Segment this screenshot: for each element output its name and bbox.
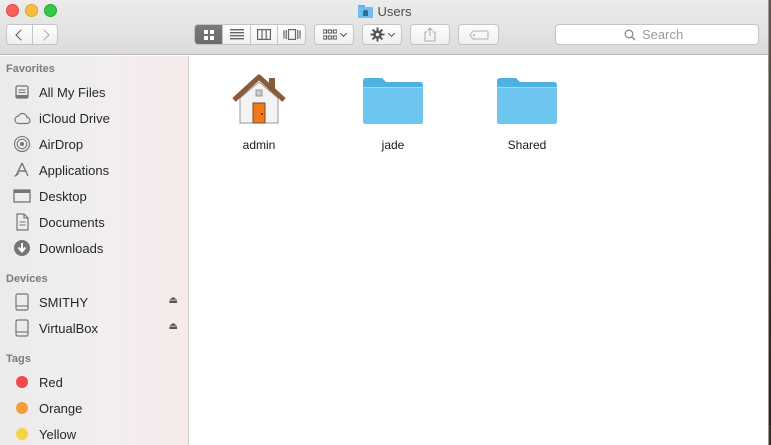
share-button[interactable]: [410, 24, 450, 45]
disk-icon: [12, 293, 32, 311]
list-view-button[interactable]: [222, 25, 250, 44]
sidebar-item-label: Yellow: [39, 426, 77, 442]
orange-tag-dot-icon: [16, 402, 28, 414]
chevron-right-icon: [37, 28, 50, 41]
sidebar: Favorites All My Files iCloud Drive AirD…: [0, 56, 189, 445]
sidebar-item-icloud-drive[interactable]: iCloud Drive: [12, 107, 182, 129]
red-tag-dot-icon: [16, 376, 28, 388]
arrange-grid-icon: [322, 29, 337, 39]
file-item-shared[interactable]: Shared: [472, 68, 582, 168]
search-icon: [624, 29, 636, 40]
sidebar-item-label: iCloud Drive: [39, 110, 110, 126]
navigation-buttons: [6, 24, 58, 45]
all-files-icon: [12, 83, 32, 101]
arrange-button[interactable]: [314, 24, 354, 45]
search-input[interactable]: [642, 27, 690, 42]
sidebar-item-label: Downloads: [39, 240, 104, 256]
back-button[interactable]: [7, 25, 32, 44]
list-view-icon: [229, 29, 244, 40]
folder-icon: [361, 68, 425, 132]
sidebar-item-label: Orange: [39, 400, 83, 416]
sidebar-item-label: Desktop: [39, 188, 87, 204]
view-mode-selector: [194, 24, 306, 45]
applications-icon: [12, 161, 32, 179]
sidebar-item-tag-yellow[interactable]: Yellow: [12, 423, 182, 445]
sidebar-item-label: Documents: [39, 214, 105, 230]
sidebar-item-downloads[interactable]: Downloads: [12, 237, 182, 259]
sidebar-item-applications[interactable]: Applications: [12, 159, 182, 181]
gear-icon: [370, 27, 385, 42]
home-folder-icon: [227, 68, 291, 132]
sidebar-header-favorites: Favorites: [6, 63, 55, 75]
eject-icon[interactable]: ⏏: [169, 321, 178, 332]
sidebar-item-documents[interactable]: Documents: [12, 211, 182, 233]
desktop-icon: [12, 187, 32, 205]
sidebar-item-label: All My Files: [39, 84, 106, 100]
sidebar-item-tag-orange[interactable]: Orange: [12, 397, 182, 419]
users-folder-icon: [357, 4, 373, 18]
window-title: Users: [377, 3, 412, 19]
yellow-tag-dot-icon: [16, 428, 28, 440]
column-view-button[interactable]: [249, 25, 278, 44]
tag-button[interactable]: [458, 24, 499, 45]
sidebar-item-label: Applications: [39, 162, 110, 178]
cover-flow-view-button[interactable]: [277, 25, 305, 44]
sidebar-item-all-my-files[interactable]: All My Files: [12, 81, 182, 103]
sidebar-item-label: AirDrop: [39, 136, 84, 152]
file-item-admin[interactable]: admin: [204, 68, 314, 168]
airdrop-icon: [12, 135, 32, 153]
sidebar-item-virtualbox[interactable]: VirtualBox ⏏: [12, 317, 182, 339]
file-browser-content: admin jade Shared: [190, 56, 768, 425]
sidebar-header-devices: Devices: [6, 273, 48, 285]
finder-window: Users Search Favorites All My Files iClo…: [0, 0, 769, 445]
documents-icon: [12, 213, 32, 231]
column-view-icon: [257, 29, 272, 40]
downloads-icon: [12, 239, 32, 257]
disk-icon: [12, 319, 32, 337]
file-item-label: Shared: [507, 138, 547, 152]
sidebar-item-label: VirtualBox: [39, 320, 99, 336]
sidebar-header-tags: Tags: [6, 353, 31, 365]
action-button[interactable]: [362, 24, 402, 45]
share-icon: [424, 27, 436, 42]
toolbar: Users: [0, 0, 768, 55]
sidebar-item-smithy[interactable]: SMITHY ⏏: [12, 291, 182, 313]
chevron-down-icon: [339, 29, 347, 37]
file-item-label: jade: [381, 138, 405, 152]
icon-view-icon: [203, 29, 214, 40]
sidebar-item-desktop[interactable]: Desktop: [12, 185, 182, 207]
folder-icon: [495, 68, 559, 132]
chevron-left-icon: [15, 28, 27, 41]
sidebar-item-label: SMITHY: [39, 294, 89, 310]
file-item-jade[interactable]: jade: [338, 68, 448, 168]
forward-button[interactable]: [32, 25, 57, 44]
chevron-down-icon: [387, 29, 396, 37]
cover-flow-view-icon: [283, 29, 301, 40]
sidebar-item-label: Red: [39, 374, 63, 390]
cloud-icon: [12, 109, 32, 127]
window-title-bar: Users: [0, 3, 768, 19]
sidebar-item-airdrop[interactable]: AirDrop: [12, 133, 182, 155]
search-field[interactable]: [555, 24, 759, 45]
tag-icon: [468, 30, 488, 39]
eject-icon[interactable]: ⏏: [169, 295, 178, 306]
icon-view-button[interactable]: [195, 25, 223, 44]
sidebar-item-tag-red[interactable]: Red: [12, 371, 182, 393]
file-item-label: admin: [242, 138, 276, 152]
